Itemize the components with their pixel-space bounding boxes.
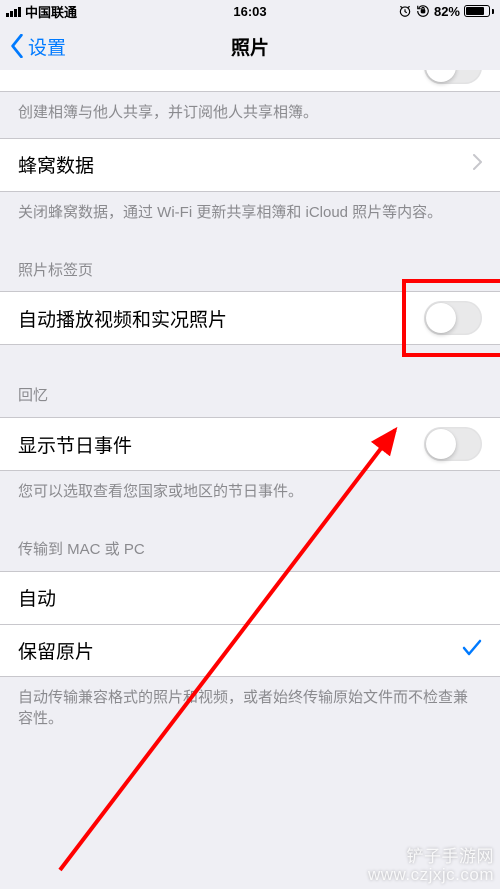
watermark: 铲子手游网 www.czjxjc.com (368, 848, 494, 885)
photos-tab-header: 照片标签页 (0, 238, 500, 292)
orientation-lock-icon (416, 4, 430, 18)
battery-percent: 82% (434, 4, 460, 19)
transfer-group: 自动 保留原片 (0, 571, 500, 677)
memories-header: 回忆 (0, 345, 500, 417)
cellular-label: 蜂窝数据 (18, 151, 94, 178)
cellular-footer: 关闭蜂窝数据，通过 Wi-Fi 更新共享相簿和 iCloud 照片等内容。 (0, 192, 500, 238)
carrier-label: 中国联通 (25, 2, 77, 21)
status-right: 82% (398, 4, 494, 19)
cellular-row[interactable]: 蜂窝数据 (0, 139, 500, 191)
transfer-auto-row[interactable]: 自动 (0, 572, 500, 624)
autoplay-label: 自动播放视频和实况照片 (18, 305, 227, 332)
battery-icon (464, 5, 494, 17)
memories-footer: 您可以选取查看您国家或地区的节日事件。 (0, 471, 500, 517)
signal-icon (6, 6, 21, 17)
transfer-footer: 自动传输兼容格式的照片和视频，或者始终传输原始文件而不检查兼容性。 (0, 677, 500, 745)
checkmark-icon (462, 639, 482, 662)
holiday-row: 显示节日事件 (0, 418, 500, 470)
back-label: 设置 (28, 33, 66, 60)
transfer-keep-row[interactable]: 保留原片 (0, 624, 500, 676)
back-chevron-icon (10, 34, 24, 58)
transfer-keep-label: 保留原片 (18, 637, 94, 664)
alarm-icon (398, 4, 412, 18)
chevron-right-icon (473, 154, 482, 175)
autoplay-toggle[interactable] (424, 301, 482, 335)
holiday-toggle[interactable] (424, 427, 482, 461)
shared-albums-footer: 创建相簿与他人共享，并订阅他人共享相簿。 (0, 92, 500, 138)
cellular-group: 蜂窝数据 (0, 138, 500, 192)
nav-bar: 设置 照片 (0, 22, 500, 70)
holiday-label: 显示节日事件 (18, 431, 132, 458)
status-time: 16:03 (233, 4, 266, 19)
photos-tab-group: 自动播放视频和实况照片 (0, 291, 500, 345)
partial-row-top (0, 70, 500, 92)
autoplay-row: 自动播放视频和实况照片 (0, 292, 500, 344)
memories-group: 显示节日事件 (0, 417, 500, 471)
status-bar: 中国联通 16:03 82% (0, 0, 500, 22)
shared-albums-toggle[interactable] (424, 70, 482, 84)
transfer-header: 传输到 MAC 或 PC (0, 517, 500, 571)
back-button[interactable]: 设置 (10, 33, 66, 60)
page-title: 照片 (231, 33, 269, 60)
status-left: 中国联通 (6, 2, 77, 21)
transfer-auto-label: 自动 (18, 584, 56, 611)
